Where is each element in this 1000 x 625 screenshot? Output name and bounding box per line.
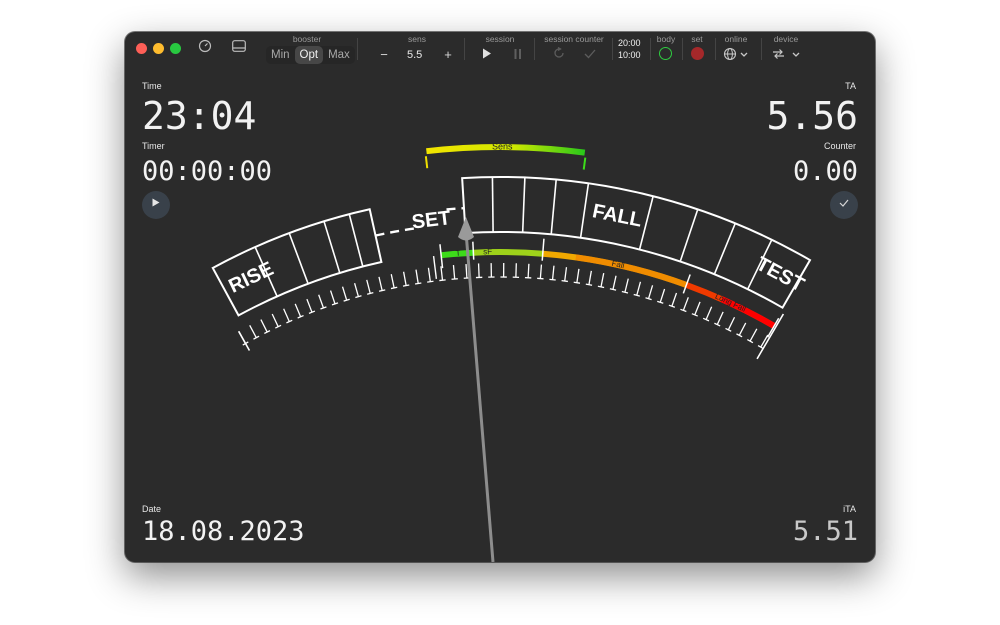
box-divider <box>550 179 557 235</box>
scale-tick <box>260 319 268 333</box>
rise-box-band <box>211 208 383 317</box>
scale-tick <box>249 324 257 338</box>
scale-tick <box>527 263 530 278</box>
scale-tick-base <box>451 278 458 280</box>
set-label: SET <box>411 207 452 233</box>
scale-tick <box>415 269 419 284</box>
scale-tick <box>682 297 689 311</box>
scale-tick <box>329 290 336 305</box>
sens-bar-label: Sens <box>492 141 513 151</box>
scale-tick <box>705 306 713 320</box>
scale-tick <box>749 328 758 342</box>
fall-box-band <box>461 176 812 310</box>
scale-tick <box>694 301 701 316</box>
sens-bar-end <box>582 157 587 170</box>
box-divider <box>521 177 526 233</box>
scale-tick <box>588 270 592 285</box>
scale-tick <box>576 268 580 283</box>
meter-needle[interactable] <box>464 231 495 562</box>
scale-tick-base <box>633 293 641 297</box>
scale-mark <box>432 255 438 279</box>
scale-tick <box>477 263 480 278</box>
scale-tick <box>378 276 383 291</box>
box-divider <box>491 177 494 233</box>
box-divider <box>348 213 364 267</box>
scale-tick-base <box>621 290 629 294</box>
scale-tick-base <box>402 284 410 287</box>
scale-tick <box>306 298 313 313</box>
scale-tick-base <box>573 281 581 284</box>
scale-tick <box>671 292 678 307</box>
box-divider <box>323 221 341 274</box>
box-divider <box>679 209 699 262</box>
scale-tick-base <box>355 295 362 299</box>
scale-tick-base <box>378 289 386 292</box>
box-divider <box>713 223 737 275</box>
scale-tick <box>427 267 431 282</box>
scale-tick <box>716 311 724 325</box>
scale-tick <box>551 265 555 280</box>
scale-tick <box>624 278 629 293</box>
scale-tick-base <box>597 285 605 289</box>
scale-tick <box>452 264 456 280</box>
needle-head[interactable] <box>458 217 474 241</box>
sens-bar-end <box>424 156 429 169</box>
scale-tick-base <box>367 292 374 295</box>
scale-tick-base <box>585 283 593 286</box>
scale-tick-base <box>561 280 568 283</box>
scale-tick <box>727 316 736 331</box>
test-label: TEST <box>752 253 807 297</box>
scale-tick-base <box>609 288 617 291</box>
scale-tick-base <box>439 279 446 282</box>
scale-tick-base <box>549 278 556 281</box>
meter-dial: RISE SET FALL TEST Sens T sF Fall Long Fall <box>211 141 812 562</box>
scale-tick <box>612 275 617 290</box>
scale-tick <box>318 294 325 309</box>
scale-tick <box>294 303 302 318</box>
zone-divider <box>541 238 545 261</box>
scale-tick-base <box>414 282 422 285</box>
scale-edge-tick <box>237 330 251 351</box>
rise-label: RISE <box>225 258 277 298</box>
scale-tick <box>271 313 279 327</box>
scale-tick <box>283 308 290 322</box>
scale-tick-base <box>390 286 398 290</box>
scale-tick <box>341 286 348 301</box>
fall-label: FALL <box>590 200 643 231</box>
scale-tick <box>539 264 543 279</box>
scale-tick <box>440 266 444 281</box>
zone-long-fall-label: Long Fall <box>714 292 748 314</box>
zone-sf-label: sF <box>483 247 492 256</box>
zone-t-label: T <box>455 249 461 258</box>
zone-fall-label: Fall <box>611 259 626 271</box>
set-dash-left <box>375 227 415 237</box>
box-divider <box>579 183 590 238</box>
box-divider <box>638 196 654 250</box>
scale-tick <box>402 271 407 286</box>
scale-tick <box>659 288 666 303</box>
zone-divider <box>472 241 475 260</box>
scale-tick <box>353 282 360 297</box>
scale-tick <box>564 267 568 282</box>
scale-tick <box>636 281 642 296</box>
scale-tick-base <box>343 298 350 302</box>
scale-tick <box>600 273 605 288</box>
scale-tick <box>366 279 371 294</box>
scale-tick-base <box>645 297 652 301</box>
scale-tick <box>647 285 654 299</box>
scale-tick-base <box>427 280 434 283</box>
box-divider <box>288 232 309 284</box>
scale-tick <box>465 264 468 279</box>
scale-tick <box>738 322 747 336</box>
scale-tick <box>390 274 395 289</box>
app-window: booster Min Opt Max sens − 5.5 + session <box>125 32 875 562</box>
zone-fall-shade <box>575 254 688 288</box>
